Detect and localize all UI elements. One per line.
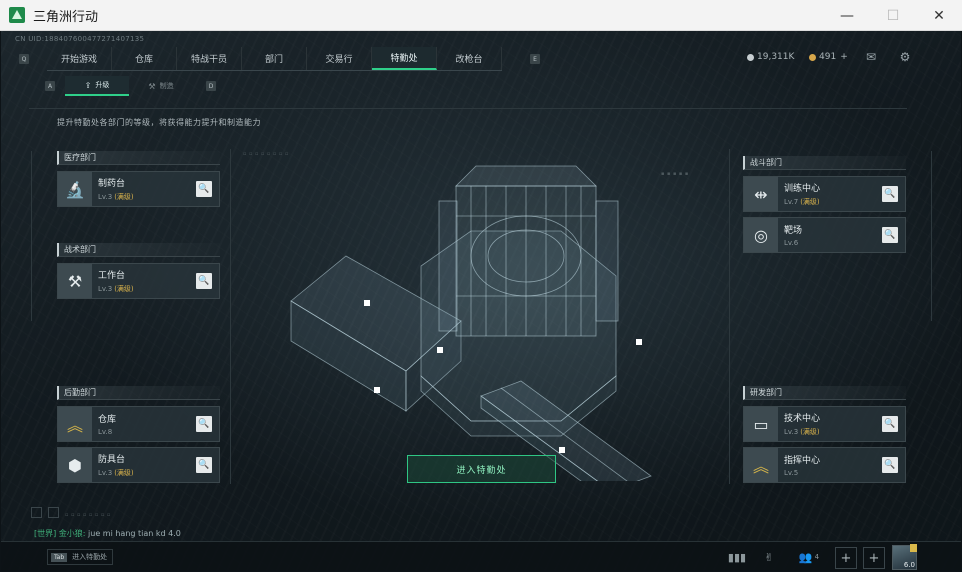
nav-next-key[interactable]: E (530, 54, 540, 64)
warehouse-search-button[interactable]: 🔍 (196, 416, 212, 432)
avatar-level: 6.0 (903, 561, 915, 569)
tab-warehouse[interactable]: 仓库 (112, 47, 177, 70)
facility-command-center[interactable]: ︽ 指挥中心 Lv.5 🔍 (743, 447, 906, 483)
tab-start-game[interactable]: 开始游戏 (47, 47, 112, 70)
chat-channel: [世界] (34, 529, 57, 538)
dept-research-title: 研发部门 (743, 386, 906, 400)
computer-icon: ▭ (744, 407, 778, 441)
stats-chart-icon[interactable]: ▮▮▮ (727, 547, 747, 567)
window-title: 三角洲行动 (33, 9, 99, 25)
nav-prev-key[interactable]: Q (19, 54, 29, 64)
facility-pharmacy[interactable]: 🔬 制药台 Lv.3 (满级) 🔍 (57, 171, 220, 207)
add-party-slot-button[interactable]: + (835, 547, 857, 569)
subtab-craft[interactable]: ⚒ 制造 (129, 76, 193, 96)
enter-hint[interactable]: Tab 进入特勤处 (47, 549, 114, 565)
pharmacy-search-button[interactable]: 🔍 (196, 181, 212, 197)
chat-sender: 金小狼: (58, 529, 86, 538)
close-button[interactable]: ✕ (916, 0, 962, 31)
tab-departments[interactable]: 部门 (242, 47, 307, 70)
window-titlebar: 三角洲行动 — ☐ ✕ (0, 0, 962, 31)
rank-chevron-icon: ︽ (58, 407, 92, 441)
rank-badge-icon (910, 544, 917, 552)
facility-blueprint (290, 165, 652, 481)
dumbbell-icon: ⇹ (744, 177, 778, 211)
subnav-next-key[interactable]: D (206, 81, 216, 91)
main-nav: 开始游戏 仓库 特战干员 部门 交易行 特勤处 改枪台 (47, 47, 502, 71)
app-logo-icon (9, 7, 25, 23)
settings-gear-icon[interactable]: ⚙ (897, 49, 913, 65)
dept-tactical-title: 战术部门 (57, 243, 220, 257)
enter-special-ops-button[interactable]: 进入特勤处 (407, 455, 556, 483)
game-viewport: CN UID:188407600477271407135 Q 开始游戏 仓库 特… (1, 31, 961, 571)
hint-label: 进入特勤处 (72, 553, 108, 561)
dept-combat-title: 战斗部门 (743, 156, 906, 170)
chat-message: jue mi hang tian kd 4.0 (88, 529, 181, 538)
tech-center-search-button[interactable]: 🔍 (882, 416, 898, 432)
dept-medical-title: 医疗部门 (57, 151, 220, 165)
facility-warehouse[interactable]: ︽ 仓库 Lv.8 🔍 (57, 406, 220, 442)
tab-special-ops[interactable]: 特勤处 (372, 47, 437, 70)
avatar[interactable]: 6.0 (892, 544, 917, 570)
coin-balance: 19,311K (747, 52, 794, 62)
hint-key: Tab (51, 552, 68, 562)
microscope-icon: 🔬 (58, 172, 92, 206)
subtab-upgrade[interactable]: ⇪ 升级 (65, 76, 129, 96)
add-tickets-button[interactable]: + (840, 52, 848, 62)
ticket-icon (809, 53, 816, 61)
armor-bench-search-button[interactable]: 🔍 (196, 457, 212, 473)
facility-workbench[interactable]: ⚒ 工作台 Lv.3 (满级) 🔍 (57, 263, 220, 299)
sub-nav: ⇪ 升级 ⚒ 制造 (65, 76, 193, 96)
mail-icon[interactable]: ✉ (863, 49, 879, 65)
ticket-balance: 491 + (809, 52, 848, 62)
facility-shooting-range[interactable]: ◎ 靶场 Lv.6 🔍 (743, 217, 906, 253)
coin-amount: 19,311K (757, 52, 795, 62)
minimize-button[interactable]: — (824, 0, 870, 31)
rank-chevron-icon: ︽ (744, 448, 778, 482)
facility-armor-bench[interactable]: ⬢ 防具台 Lv.3 (满级) 🔍 (57, 447, 220, 483)
facility-tech-center[interactable]: ▭ 技术中心 Lv.3 (满级) 🔍 (743, 406, 906, 442)
emote-icon[interactable]: ✌ (759, 547, 779, 567)
tab-gunsmith[interactable]: 改枪台 (437, 47, 502, 70)
command-center-search-button[interactable]: 🔍 (882, 457, 898, 473)
coin-icon (747, 53, 754, 61)
facility-training-center[interactable]: ⇹ 训练中心 Lv.7 (满级) 🔍 (743, 176, 906, 212)
maximize-button[interactable]: ☐ (870, 0, 916, 31)
target-icon: ◎ (744, 218, 778, 252)
bottom-bar: Tab 进入特勤处 ▮▮▮ ✌ 👥 4 + + 6.0 (1, 541, 961, 571)
workbench-search-button[interactable]: 🔍 (196, 273, 212, 289)
shooting-range-search-button[interactable]: 🔍 (882, 227, 898, 243)
friends-icon[interactable]: 👥 4 (795, 547, 823, 567)
page-description: 提升特勤处各部门的等级，将获得能力提升和制造能力 (57, 118, 261, 127)
add-party-slot-button-2[interactable]: + (863, 547, 885, 569)
armor-parts-icon: ⬢ (58, 448, 92, 482)
training-center-search-button[interactable]: 🔍 (882, 186, 898, 202)
craft-icon: ⚒ (148, 81, 156, 91)
upgrade-icon: ⇪ (84, 80, 92, 90)
tab-operators[interactable]: 特战干员 (177, 47, 242, 70)
dept-logistics-title: 后勤部门 (57, 386, 220, 400)
user-uid: CN UID:188407600477271407135 (15, 35, 145, 43)
tools-icon: ⚒ (58, 264, 92, 298)
tab-market[interactable]: 交易行 (307, 47, 372, 70)
ticket-amount: 491 (819, 52, 837, 62)
chat-line[interactable]: [世界] 金小狼: jue mi hang tian kd 4.0 (34, 528, 181, 539)
subnav-prev-key[interactable]: A (45, 81, 55, 91)
